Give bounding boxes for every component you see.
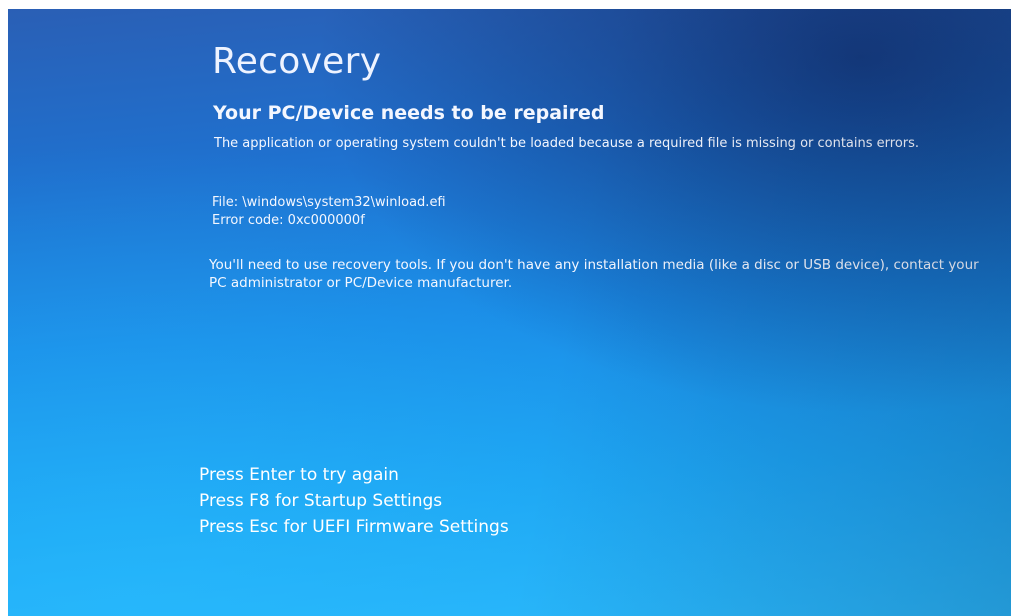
action-f8-startup-settings[interactable]: Press F8 for Startup Settings [199,488,509,514]
recovery-subtitle: Your PC/Device needs to be repaired [213,102,605,124]
recovery-title: Recovery [212,41,382,82]
recovery-instructions: You'll need to use recovery tools. If yo… [209,257,979,291]
error-code: Error code: 0xc000000f [212,213,365,228]
action-esc-uefi-settings[interactable]: Press Esc for UEFI Firmware Settings [199,514,509,540]
recovery-screen: Recovery Your PC/Device needs to be repa… [8,9,1011,616]
action-enter-retry[interactable]: Press Enter to try again [199,462,509,488]
file-path: File: \windows\system32\winload.efi [212,195,446,210]
photo-frame: Recovery Your PC/Device needs to be repa… [0,0,1011,616]
error-message: The application or operating system coul… [214,136,920,151]
key-actions-list: Press Enter to try again Press F8 for St… [199,462,509,540]
